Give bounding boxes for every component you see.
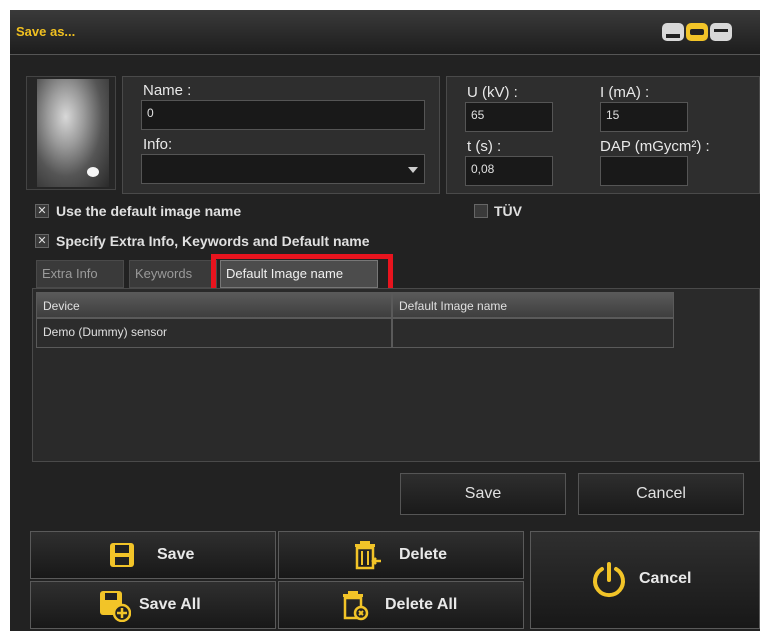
t-label: t (s) : — [467, 138, 502, 155]
title-bar: Save as... — [10, 10, 760, 55]
floppy-disk-icon — [110, 543, 134, 567]
default-name-checkbox[interactable]: ✕ — [35, 204, 49, 218]
xray-preview — [37, 79, 109, 187]
save-all-button[interactable]: Save All — [30, 581, 276, 629]
floppy-plus-icon — [100, 591, 131, 622]
delete-label: Delete — [399, 546, 448, 563]
dialog-save-button[interactable]: Save — [400, 473, 566, 515]
i-input[interactable]: 15 — [600, 102, 688, 132]
extra-info-checkbox[interactable]: ✕ — [35, 234, 49, 248]
image-thumbnail — [26, 76, 116, 190]
window-title: Save as... — [16, 24, 76, 39]
column-header-default-name[interactable]: Default Image name — [392, 292, 674, 318]
minimize-button[interactable] — [662, 23, 684, 41]
cancel-button[interactable]: Cancel — [530, 531, 760, 629]
extra-info-label: Specify Extra Info, Keywords and Default… — [56, 233, 370, 249]
dialog-cancel-label: Cancel — [636, 485, 686, 502]
info-dropdown[interactable] — [141, 154, 425, 184]
default-name-label: Use the default image name — [56, 203, 242, 219]
i-label: I (mA) : — [600, 84, 650, 101]
cancel-label: Cancel — [639, 570, 692, 587]
trash-icon — [355, 541, 381, 570]
u-input[interactable]: 65 — [465, 102, 553, 132]
table-row-device[interactable]: Demo (Dummy) sensor — [36, 318, 392, 348]
dap-input[interactable] — [600, 156, 688, 186]
tuv-label: TÜV — [494, 203, 522, 219]
info-label: Info: — [143, 136, 173, 153]
save-all-label: Save All — [139, 596, 201, 613]
t-input[interactable]: 0,08 — [465, 156, 553, 186]
chevron-down-icon — [408, 167, 418, 173]
tab-extra-info[interactable]: Extra Info — [36, 260, 124, 288]
trash-all-icon — [343, 591, 369, 621]
save-label: Save — [157, 546, 195, 563]
restore-button[interactable] — [686, 23, 708, 41]
dialog-save-label: Save — [464, 485, 502, 502]
delete-all-label: Delete All — [385, 596, 458, 613]
save-button[interactable]: Save — [30, 531, 276, 579]
tab-keywords[interactable]: Keywords — [129, 260, 217, 288]
dap-label: DAP (mGycm²) : — [600, 138, 710, 155]
tuv-checkbox[interactable] — [474, 204, 488, 218]
delete-all-button[interactable]: Delete All — [278, 581, 524, 629]
column-header-device[interactable]: Device — [36, 292, 392, 318]
u-label: U (kV) : — [467, 84, 518, 101]
name-label: Name : — [143, 82, 192, 99]
power-icon — [593, 562, 625, 598]
name-input[interactable]: 0 — [141, 100, 425, 130]
delete-button[interactable]: Delete — [278, 531, 524, 579]
table-row-default-name[interactable] — [392, 318, 674, 348]
close-button[interactable] — [710, 23, 732, 41]
dialog-cancel-button[interactable]: Cancel — [578, 473, 744, 515]
